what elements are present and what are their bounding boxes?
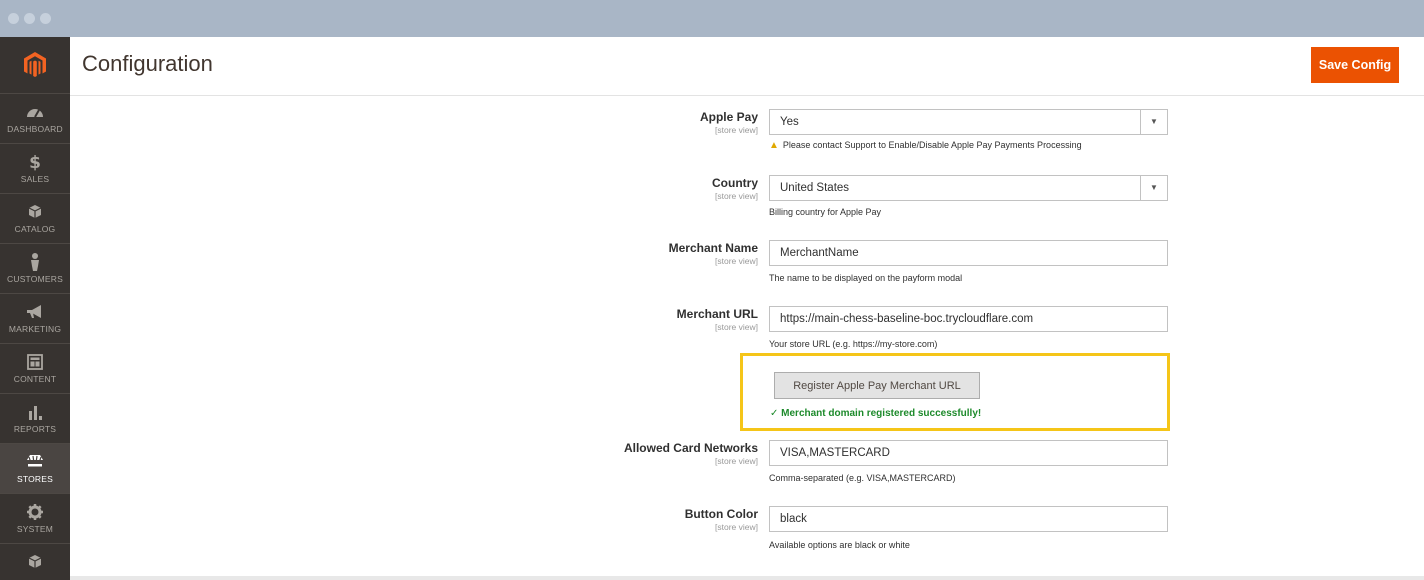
card-networks-note: Comma-separated (e.g. VISA,MASTERCARD) (769, 473, 956, 483)
layout-icon (27, 354, 43, 370)
sidebar-item-dashboard[interactable]: DASHBOARD (0, 93, 70, 143)
admin-sidebar: DASHBOARD $ SALES CATALOG CUSTOMERS MARK… (0, 37, 70, 580)
apple-pay-select[interactable]: Yes ▼ (769, 109, 1168, 135)
sidebar-item-sales[interactable]: $ SALES (0, 143, 70, 193)
button-color-note: Available options are black or white (769, 540, 910, 550)
bar-chart-icon (29, 406, 42, 420)
svg-text:$: $ (29, 153, 41, 172)
country-select[interactable]: United States ▼ (769, 175, 1168, 201)
sidebar-item-label: SALES (20, 174, 50, 184)
sidebar-item-content[interactable]: CONTENT (0, 343, 70, 393)
button-color-scope: [store view] (715, 522, 758, 532)
chevron-down-icon[interactable]: ▼ (1140, 110, 1167, 134)
merchant-name-label: Merchant Name (668, 241, 758, 255)
magento-logo[interactable] (0, 37, 70, 93)
apple-pay-scope: [store view] (715, 125, 758, 135)
store-icon (27, 455, 43, 467)
merchant-url-label: Merchant URL (676, 307, 758, 321)
merchant-url-scope: [store view] (715, 322, 758, 332)
sidebar-item-label: REPORTS (13, 424, 57, 434)
register-merchant-url-button[interactable]: Register Apple Pay Merchant URL (774, 372, 980, 399)
sidebar-item-label: CONTENT (13, 374, 57, 384)
megaphone-icon (27, 305, 41, 318)
gear-icon (27, 504, 43, 520)
success-message: ✓ Merchant domain registered successfull… (770, 408, 982, 419)
close-window-dot[interactable] (8, 13, 19, 24)
box-icon (28, 555, 42, 568)
sidebar-item-label: SYSTEM (16, 524, 54, 534)
minimize-window-dot[interactable] (24, 13, 35, 24)
page-title: Configuration (82, 51, 213, 76)
sidebar-item-customers[interactable]: CUSTOMERS (0, 243, 70, 293)
sidebar-item-catalog[interactable]: CATALOG (0, 193, 70, 243)
sidebar-item-marketing[interactable]: MARKETING (0, 293, 70, 343)
apple-pay-note-text: Please contact Support to Enable/Disable… (782, 140, 1082, 150)
config-form: Apple Pay [store view] Yes ▼ ▲ Please con… (70, 96, 1424, 576)
country-label: Country (712, 176, 758, 190)
sidebar-item-label: STORES (17, 474, 53, 484)
dollar-icon: $ (29, 153, 41, 172)
sidebar-item-label: CATALOG (14, 224, 56, 234)
page-header: Configuration Save Config (70, 37, 1424, 96)
sidebar-item-system[interactable]: SYSTEM (0, 493, 70, 543)
merchant-name-input[interactable]: MerchantName (769, 240, 1168, 266)
card-networks-input[interactable]: VISA,MASTERCARD (769, 440, 1168, 466)
merchant-url-input[interactable]: https://main-chess-baseline-boc.trycloud… (769, 306, 1168, 332)
box-icon (28, 205, 42, 218)
sidebar-item-reports[interactable]: REPORTS (0, 393, 70, 443)
country-selected-value: United States (780, 182, 850, 194)
button-color-input[interactable]: black (769, 506, 1168, 532)
chevron-down-icon[interactable]: ▼ (1140, 176, 1167, 200)
apple-pay-label: Apple Pay (699, 110, 758, 124)
sidebar-item-label: CUSTOMERS (7, 274, 63, 284)
button-color-label: Button Color (684, 507, 758, 521)
apple-pay-selected-value: Yes (780, 116, 799, 128)
card-networks-label: Allowed Card Networks (623, 441, 758, 455)
country-note: Billing country for Apple Pay (769, 207, 882, 217)
save-config-button[interactable]: Save Config (1311, 47, 1399, 83)
bottom-scroll-track (70, 576, 1424, 580)
merchant-name-note: The name to be displayed on the payform … (769, 273, 963, 283)
window-titlebar (0, 0, 1424, 37)
sidebar-item-label: MARKETING (8, 324, 62, 334)
merchant-url-note: Your store URL (e.g. https://my-store.co… (769, 339, 938, 349)
sidebar-item-stores[interactable]: STORES (0, 443, 70, 493)
dashboard-icon (27, 109, 43, 118)
maximize-window-dot[interactable] (40, 13, 51, 24)
warning-icon: ▲ (769, 140, 779, 151)
sidebar-item-label: DASHBOARD (7, 124, 63, 134)
magento-logo-icon (24, 52, 46, 77)
card-networks-scope: [store view] (715, 456, 758, 466)
apple-pay-note: ▲ Please contact Support to Enable/Disabl… (769, 140, 1082, 151)
sidebar-item-extensions[interactable] (0, 543, 70, 580)
country-scope: [store view] (715, 191, 758, 201)
person-icon (31, 253, 39, 271)
merchant-name-scope: [store view] (715, 256, 758, 266)
